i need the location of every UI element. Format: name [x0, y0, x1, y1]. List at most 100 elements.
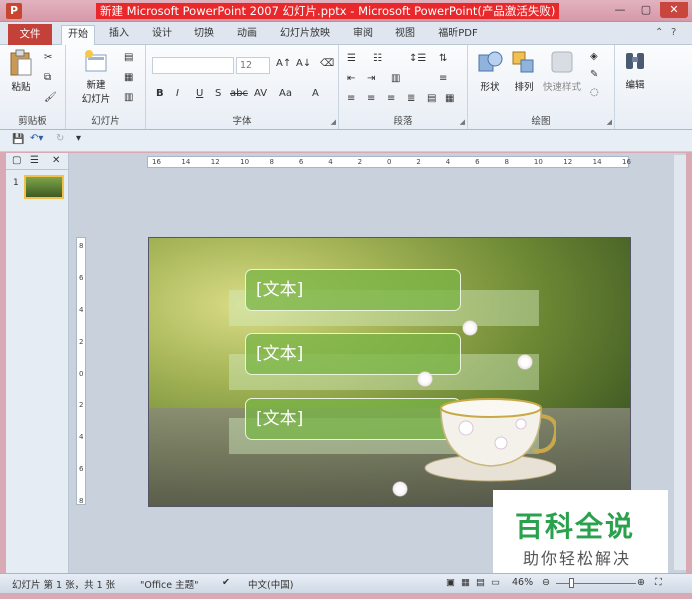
increase-indent-icon[interactable]: ⇥ [367, 73, 375, 84]
spell-check-icon[interactable]: ✔ [222, 577, 230, 588]
ruler-tick-label: 14 [181, 158, 191, 166]
save-icon[interactable]: 💾 [12, 134, 24, 145]
ruler-tick-label: 4 [445, 158, 451, 166]
line-spacing-icon[interactable]: ↕☰ [409, 53, 426, 64]
fit-window-icon[interactable]: ⛶ [655, 577, 662, 588]
font-size-combo[interactable]: 12 [236, 57, 270, 74]
text-box-2[interactable]: [文本] [245, 333, 461, 375]
smartart-icon[interactable]: ▦ [445, 93, 454, 104]
tab-outline-icon[interactable]: ☰ [30, 155, 39, 166]
group-label-drawing: 绘图 [531, 116, 551, 127]
powerpoint-icon[interactable]: P [6, 3, 22, 19]
ruler-tick-label: 14 [592, 158, 602, 166]
reading-view-icon[interactable]: ▤ [476, 577, 485, 588]
shapes-button[interactable]: 形状 [474, 49, 506, 93]
tab-insert[interactable]: 插入 [103, 25, 135, 45]
minimize-icon[interactable]: — [608, 2, 632, 18]
group-font: 12 A↑ A↓ ⌫ B I U S abc AV Aa A 字体 ◢ [146, 45, 339, 129]
help-icon[interactable]: ? [671, 27, 676, 38]
align-center-icon[interactable]: ≡ [367, 93, 375, 104]
cut-icon[interactable]: ✂ [44, 52, 52, 63]
shrink-font-icon[interactable]: A↓ [296, 58, 311, 69]
tab-slideshow[interactable]: 幻灯片放映 [275, 25, 335, 45]
paragraph-dialog-launcher-icon[interactable]: ◢ [460, 118, 465, 126]
ruler-tick-label: 2 [357, 158, 363, 166]
change-case-button[interactable]: Aa [279, 88, 292, 99]
tab-transitions[interactable]: 切换 [188, 25, 220, 45]
columns-icon[interactable]: ▥ [391, 73, 400, 84]
quick-styles-label: 快速样式 [542, 82, 581, 93]
drawing-dialog-launcher-icon[interactable]: ◢ [607, 118, 612, 126]
tab-design[interactable]: 设计 [146, 25, 178, 45]
maximize-icon[interactable]: ▢ [634, 2, 658, 18]
distribute-icon[interactable]: ▤ [427, 93, 436, 104]
edit-button[interactable]: 编辑 [619, 49, 651, 91]
shadow-button[interactable]: S [215, 88, 221, 99]
group-label-slides: 幻灯片 [91, 116, 120, 127]
tab-foxit-pdf[interactable]: 福昕PDF [432, 25, 484, 45]
teacup-image [424, 398, 556, 482]
ruler-tick-label: 6 [79, 465, 84, 474]
decrease-indent-icon[interactable]: ⇤ [347, 73, 355, 84]
zoom-slider[interactable] [556, 583, 636, 584]
ribbon-collapse-icon[interactable]: ⌃ [655, 27, 663, 38]
tab-home[interactable]: 开始 [61, 25, 95, 45]
slide-sorter-icon[interactable]: ▦ [461, 577, 470, 588]
section-icon[interactable]: ▥ [124, 92, 133, 103]
ruler-tick-label: 2 [79, 337, 84, 346]
tab-review[interactable]: 审阅 [347, 25, 379, 45]
underline-button[interactable]: U [196, 88, 203, 99]
text-box-1[interactable]: [文本] [245, 269, 461, 311]
vertical-scrollbar[interactable] [674, 155, 686, 570]
zoom-in-icon[interactable]: ⊕ [637, 577, 645, 588]
copy-icon[interactable]: ⧉ [44, 72, 51, 83]
redo-icon[interactable]: ↻ [56, 133, 64, 144]
slide-thumbnail[interactable] [24, 175, 64, 199]
slideshow-icon[interactable]: ▭ [491, 577, 500, 588]
normal-view-icon[interactable]: ▣ [446, 577, 455, 588]
close-pane-icon[interactable]: ✕ [52, 155, 60, 166]
arrange-label: 排列 [514, 82, 534, 93]
bullets-icon[interactable]: ☰ [347, 53, 356, 64]
layout-icon[interactable]: ▤ [124, 52, 133, 63]
zoom-out-icon[interactable]: ⊖ [542, 577, 550, 588]
tab-file[interactable]: 文件 [8, 24, 52, 45]
grow-font-icon[interactable]: A↑ [276, 58, 291, 69]
strikethrough-button[interactable]: abc [230, 88, 248, 99]
font-name-combo[interactable] [152, 57, 234, 74]
align-left-icon[interactable]: ≡ [347, 93, 355, 104]
spacing-button[interactable]: AV [254, 88, 267, 99]
quick-styles-button[interactable]: 快速样式 [540, 49, 584, 93]
theme-status: "Office 主题" [140, 580, 199, 591]
paste-button[interactable]: 粘贴 [6, 49, 36, 93]
justify-icon[interactable]: ≣ [407, 93, 415, 104]
new-slide-button[interactable]: 新建 幻灯片 [76, 49, 116, 105]
shape-effects-icon[interactable]: ◌ [590, 87, 599, 98]
tab-slides-icon[interactable]: ▢ [12, 155, 21, 166]
customize-qat-icon[interactable]: ▾ [76, 133, 81, 144]
numbering-icon[interactable]: ☷ [373, 53, 382, 64]
shape-fill-icon[interactable]: ◈ [590, 51, 598, 62]
align-text-icon[interactable]: ≡ [439, 73, 447, 84]
slide-canvas[interactable]: [文本] [文本] [文本] [148, 237, 631, 507]
ruler-tick-label: 12 [210, 158, 220, 166]
align-right-icon[interactable]: ≡ [387, 93, 395, 104]
undo-icon[interactable]: ↶▾ [30, 133, 43, 144]
text-direction-icon[interactable]: ⇅ [439, 53, 447, 64]
bold-button[interactable]: B [156, 88, 164, 99]
tab-animations[interactable]: 动画 [231, 25, 263, 45]
zoom-slider-thumb[interactable] [569, 578, 574, 588]
shape-outline-icon[interactable]: ✎ [590, 69, 598, 80]
language-status[interactable]: 中文(中国) [248, 577, 293, 591]
close-icon[interactable]: ✕ [660, 2, 688, 18]
arrange-button[interactable]: 排列 [508, 49, 540, 93]
clear-format-icon[interactable]: ⌫ [320, 58, 334, 69]
tab-view[interactable]: 视图 [389, 25, 421, 45]
zoom-level[interactable]: 46% [512, 577, 533, 588]
reset-icon[interactable]: ▦ [124, 72, 133, 83]
format-painter-icon[interactable]: 🖌 [44, 92, 57, 103]
shapes-icon [478, 51, 503, 72]
font-color-button[interactable]: A [312, 88, 319, 99]
italic-button[interactable]: I [176, 88, 179, 99]
font-dialog-launcher-icon[interactable]: ◢ [331, 118, 336, 126]
